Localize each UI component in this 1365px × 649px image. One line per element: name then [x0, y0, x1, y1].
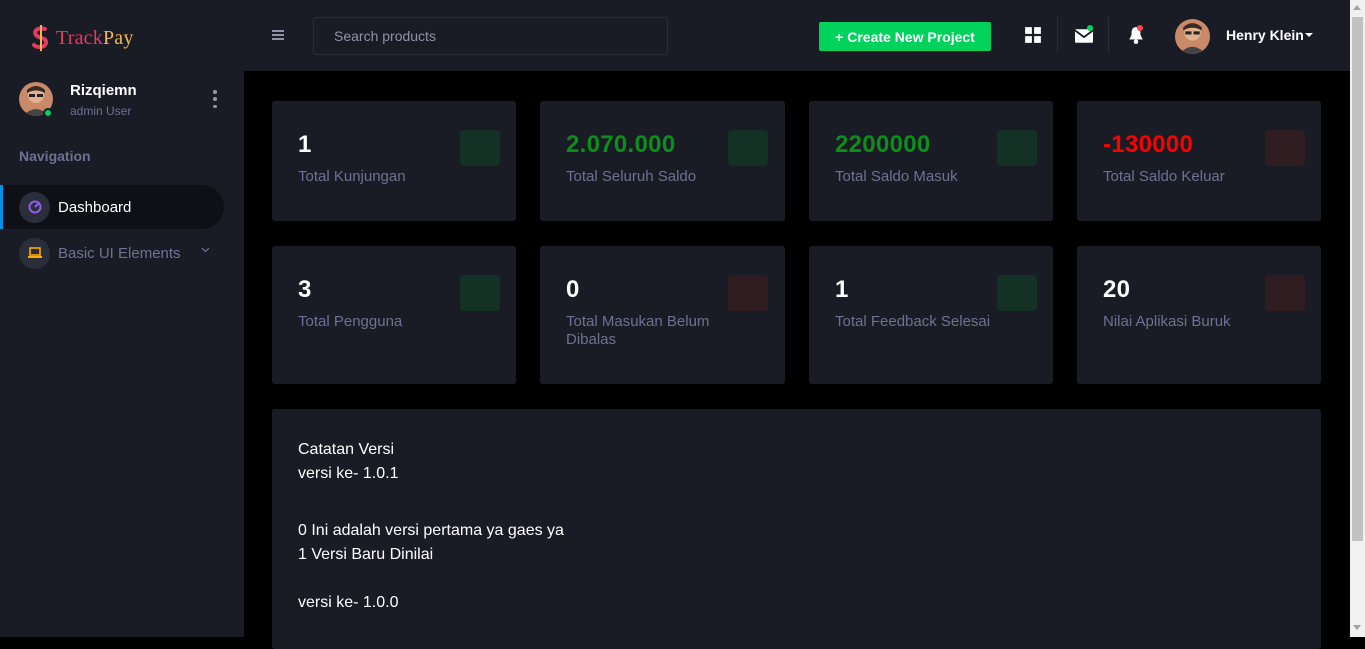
- notes-title: Catatan Versi: [298, 441, 395, 458]
- stat-label: Nilai Aplikasi Buruk: [1103, 313, 1231, 330]
- stat-card-total-saldo-masuk: 2200000 Total Saldo Masuk: [809, 101, 1053, 221]
- stat-card-total-masukan-belum-dibalas: 0 Total Masukan Belum Dibalas: [540, 246, 785, 384]
- sidebar-item-label: Basic UI Elements: [58, 244, 181, 262]
- stat-value: 0: [566, 276, 580, 303]
- sidebar-item-basic-ui-elements[interactable]: Basic UI Elements: [0, 231, 224, 275]
- notes-line: versi ke- 1.0.1: [298, 465, 399, 482]
- laptop-icon: [19, 237, 50, 269]
- stat-icon-box: [997, 275, 1037, 311]
- stat-icon-box: [728, 275, 768, 311]
- online-status-dot: [43, 108, 53, 118]
- divider: [1108, 17, 1109, 53]
- brand-name: TrackPay: [56, 26, 134, 49]
- brand-logo[interactable]: TrackPay: [30, 24, 134, 52]
- stat-label: Total Feedback Selesai: [835, 313, 991, 330]
- stat-icon-box: [460, 130, 500, 166]
- stat-icon-box: [1265, 275, 1305, 311]
- grid-icon[interactable]: [1024, 26, 1042, 44]
- stat-value: 2200000: [835, 131, 931, 158]
- scroll-up-icon[interactable]: [1353, 5, 1361, 10]
- nav-section-title: Navigation: [19, 148, 91, 164]
- stat-card-total-feedback-selesai: 1 Total Feedback Selesai: [809, 246, 1053, 384]
- stat-label: Total Seluruh Saldo: [566, 168, 697, 185]
- sidebar-item-dashboard[interactable]: Dashboard: [0, 185, 224, 229]
- notification-badge: [1137, 25, 1143, 31]
- divider: [1057, 17, 1058, 53]
- profile-role: admin User: [70, 104, 132, 118]
- stat-value: -130000: [1103, 131, 1194, 158]
- speedometer-icon: [19, 191, 50, 223]
- stat-icon-box: [460, 275, 500, 311]
- avatar-image: [1175, 19, 1210, 54]
- scrollbar-thumb[interactable]: [1352, 17, 1363, 541]
- user-name[interactable]: Henry Klein: [1226, 27, 1304, 43]
- search-input[interactable]: [313, 17, 668, 55]
- chevron-down-icon: [201, 247, 210, 253]
- stat-value: 1: [298, 131, 312, 158]
- stat-label: Total Masukan Belum Dibalas: [566, 313, 710, 348]
- sidebar-item-label: Dashboard: [58, 198, 132, 216]
- notes-line: 0 Ini adalah versi pertama ya gaes ya: [298, 522, 564, 539]
- version-notes-card: Catatan Versi versi ke- 1.0.1 0 Ini adal…: [272, 409, 1321, 649]
- menu-toggle-icon[interactable]: [272, 30, 284, 40]
- scroll-down-icon[interactable]: [1353, 625, 1361, 630]
- stat-value: 20: [1103, 276, 1131, 303]
- caret-down-icon[interactable]: [1305, 33, 1313, 37]
- stat-card-nilai-aplikasi-buruk: 20 Nilai Aplikasi Buruk: [1077, 246, 1321, 384]
- sidebar-profile: Rizqiemn admin User: [19, 82, 229, 122]
- stat-icon-box: [1265, 130, 1305, 166]
- stat-label: Total Saldo Keluar: [1103, 168, 1225, 185]
- notes-line: versi ke- 1.0.0: [298, 594, 399, 611]
- stat-card-total-kunjungan: 1 Total Kunjungan: [272, 101, 516, 221]
- profile-menu-icon[interactable]: [212, 90, 218, 108]
- stat-label: Total Kunjungan: [298, 168, 406, 185]
- stat-card-total-saldo-keluar: -130000 Total Saldo Keluar: [1077, 101, 1321, 221]
- stat-card-total-seluruh-saldo: 2.070.000 Total Seluruh Saldo: [540, 101, 785, 221]
- stat-card-total-pengguna: 3 Total Pengguna: [272, 246, 516, 384]
- stat-value: 3: [298, 276, 312, 303]
- stat-value: 1: [835, 276, 849, 303]
- stat-value: 2.070.000: [566, 131, 676, 158]
- stat-label: Total Saldo Masuk: [835, 168, 958, 185]
- user-avatar[interactable]: [1175, 19, 1210, 54]
- mail-badge: [1087, 25, 1093, 31]
- stat-label: Total Pengguna: [298, 313, 403, 330]
- create-project-button[interactable]: + Create New Project: [819, 22, 991, 51]
- notes-line: 1 Versi Baru Dinilai: [298, 546, 434, 563]
- topbar: + Create New Project Henry Klein: [244, 0, 1350, 71]
- sidebar: TrackPay Rizqiemn admin User Navigation …: [0, 0, 244, 637]
- stat-icon-box: [997, 130, 1037, 166]
- logo-mark-icon: [32, 25, 49, 51]
- page-scrollbar[interactable]: [1350, 0, 1365, 637]
- stat-icon-box: [728, 130, 768, 166]
- profile-name: Rizqiemn: [70, 82, 137, 99]
